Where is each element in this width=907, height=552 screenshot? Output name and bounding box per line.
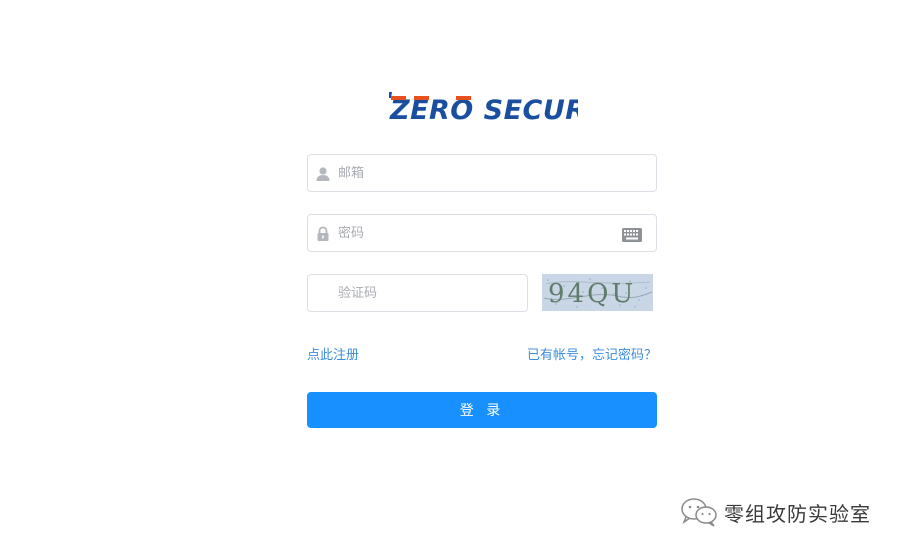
keyboard-icon[interactable] <box>622 227 642 242</box>
forgot-password-link[interactable]: 已有帐号，忘记密码？ <box>527 344 657 363</box>
login-page: ZERO SECURITY <box>0 0 907 552</box>
password-input[interactable] <box>338 215 618 251</box>
watermark: 零组攻防实验室 <box>680 496 871 528</box>
register-link[interactable]: 点此注册 <box>307 344 359 363</box>
lock-icon <box>315 226 331 242</box>
captcha-field[interactable] <box>307 274 528 312</box>
login-button[interactable]: 登 录 <box>307 392 657 428</box>
brand-logo: ZERO SECURITY <box>388 89 578 125</box>
captcha-input[interactable] <box>338 275 518 311</box>
captcha-text: 94QU <box>548 279 636 309</box>
password-field[interactable] <box>307 214 657 252</box>
user-icon <box>315 166 331 182</box>
watermark-text: 零组攻防实验室 <box>724 501 871 526</box>
wechat-icon <box>680 497 718 527</box>
email-field[interactable] <box>307 154 657 192</box>
email-input[interactable] <box>338 155 648 191</box>
captcha-image[interactable]: 94QU <box>542 274 653 311</box>
